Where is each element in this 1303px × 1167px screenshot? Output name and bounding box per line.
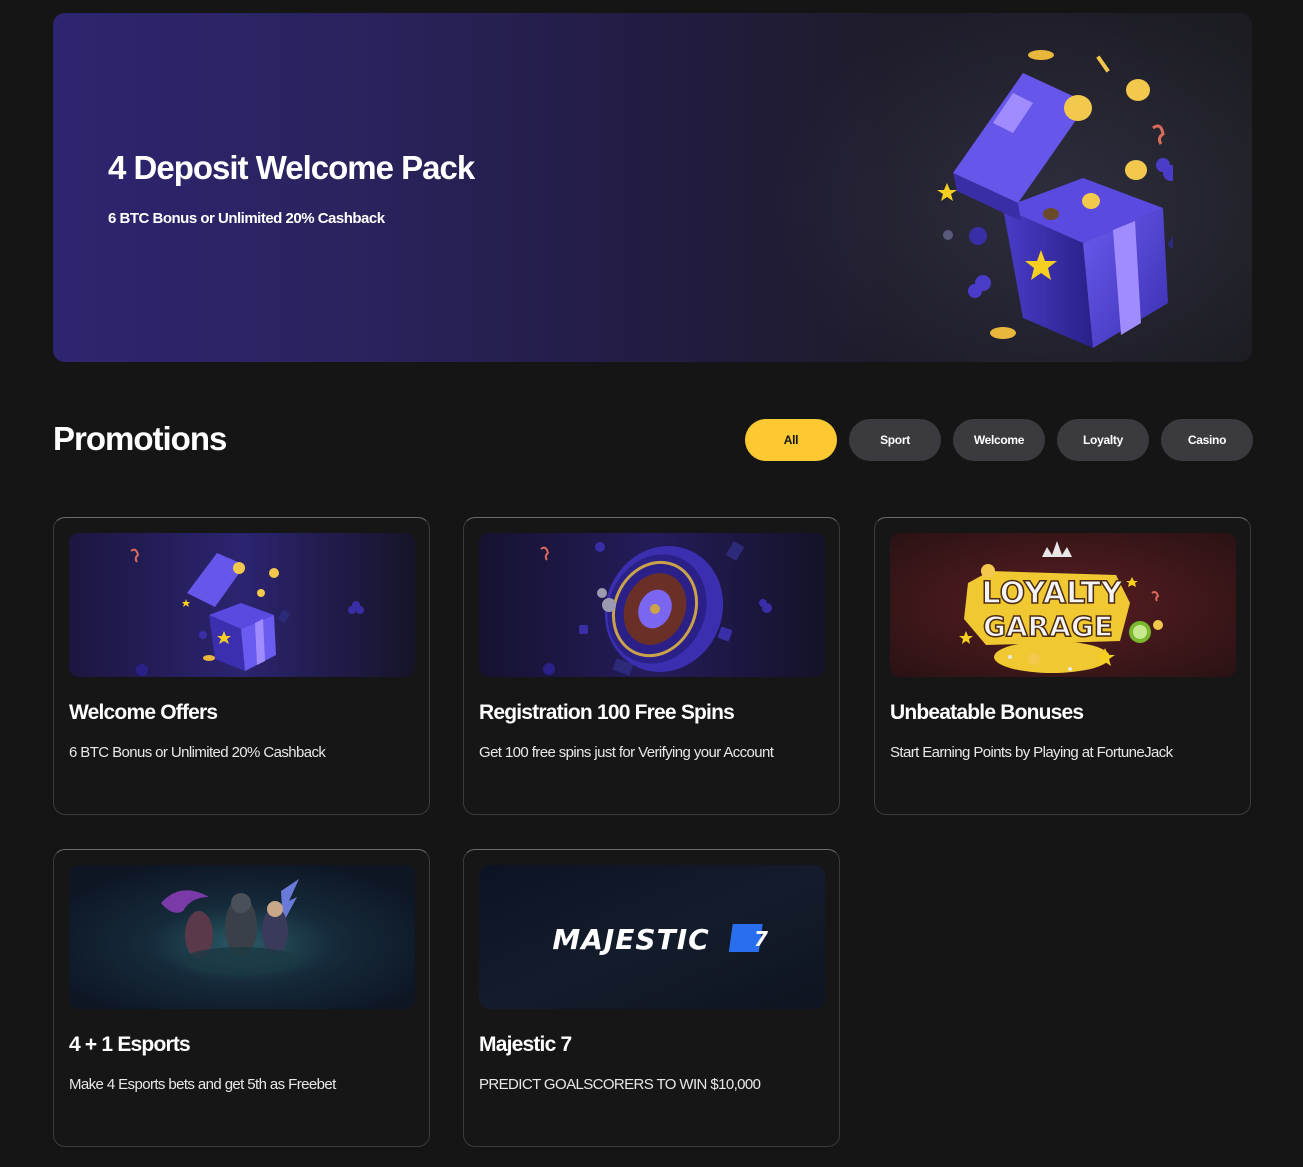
promo-card-esports[interactable]: 4 + 1 Esports Make 4 Esports bets and ge… <box>53 849 430 1147</box>
hero-subtitle: 6 BTC Bonus or Unlimited 20% Cashback <box>108 210 385 227</box>
card-title: Welcome Offers <box>69 701 218 724</box>
filter-welcome-button[interactable]: Welcome <box>953 419 1045 461</box>
card-description: Get 100 free spins just for Verifying yo… <box>479 744 774 761</box>
promotions-title: Promotions <box>53 420 227 457</box>
roulette-wheel-icon <box>479 533 825 677</box>
majestic-badge-text: 7 <box>754 927 768 951</box>
promo-card-welcome-offers[interactable]: Welcome Offers 6 BTC Bonus or Unlimited … <box>53 517 430 815</box>
promo-card-free-spins[interactable]: Registration 100 Free Spins Get 100 free… <box>463 517 840 815</box>
loyalty-text: LOYALTY <box>982 576 1124 611</box>
promotion-filters: All Sport Welcome Loyalty Casino <box>745 419 1253 461</box>
gift-box-icon <box>873 33 1200 353</box>
majestic-logo-text: MAJESTIC <box>552 923 709 956</box>
promotions-page: 4 Deposit Welcome Pack 6 BTC Bonus or Un… <box>0 0 1303 1167</box>
esports-characters-icon <box>69 865 415 1009</box>
gift-box-icon <box>69 533 415 677</box>
hero-title: 4 Deposit Welcome Pack <box>108 149 475 186</box>
promo-card-unbeatable-bonuses[interactable]: LOYALTY GARAGE Unbeatable Bonuses Start … <box>874 517 1251 815</box>
garage-text: GARAGE <box>983 610 1113 643</box>
filter-loyalty-button[interactable]: Loyalty <box>1057 419 1149 461</box>
card-description: PREDICT GOALSCORERS TO WIN $10,000 <box>479 1076 761 1093</box>
card-description: 6 BTC Bonus or Unlimited 20% Cashback <box>69 744 326 761</box>
promo-card-majestic-7[interactable]: MAJESTIC 7 Majestic 7 PREDICT GOALSCORER… <box>463 849 840 1147</box>
hero-banner[interactable]: 4 Deposit Welcome Pack 6 BTC Bonus or Un… <box>53 13 1252 362</box>
filter-all-button[interactable]: All <box>745 419 837 461</box>
card-title: Registration 100 Free Spins <box>479 701 735 724</box>
card-title: Majestic 7 <box>479 1033 572 1056</box>
loyalty-garage-icon: LOYALTY GARAGE <box>890 533 1236 677</box>
filter-sport-button[interactable]: Sport <box>849 419 941 461</box>
card-title: 4 + 1 Esports <box>69 1033 191 1056</box>
card-description: Make 4 Esports bets and get 5th as Freeb… <box>69 1076 336 1093</box>
majestic-7-logo: MAJESTIC 7 <box>479 865 825 1009</box>
card-title: Unbeatable Bonuses <box>890 701 1084 724</box>
card-description: Start Earning Points by Playing at Fortu… <box>890 744 1173 761</box>
filter-casino-button[interactable]: Casino <box>1161 419 1253 461</box>
